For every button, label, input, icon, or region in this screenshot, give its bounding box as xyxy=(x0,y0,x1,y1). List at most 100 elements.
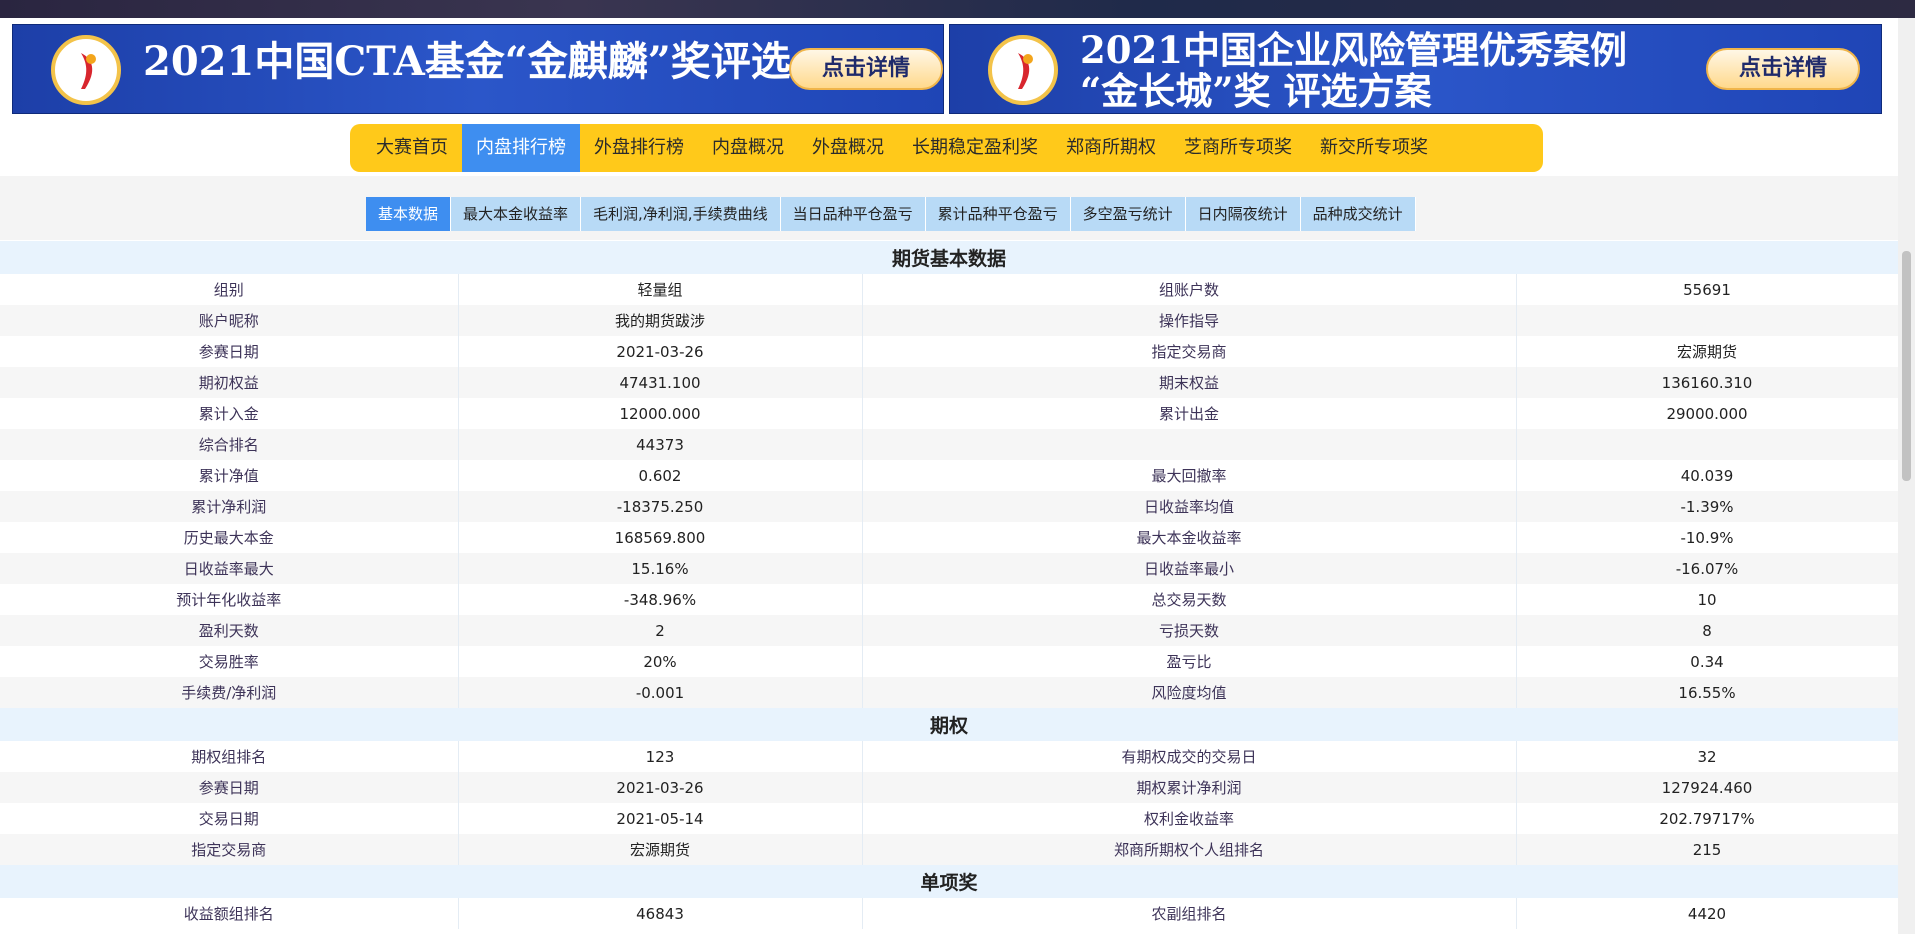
main-nav: 大赛首页 内盘排行榜 外盘排行榜 内盘概况 外盘概况 长期稳定盈利奖 郑商所期权… xyxy=(350,124,1543,172)
nav-foreign-ranking[interactable]: 外盘排行榜 xyxy=(580,124,698,172)
cell-value: 16.55% xyxy=(1516,677,1899,708)
details-button[interactable]: 点击详情 xyxy=(789,48,943,90)
tab-max-capital-return[interactable]: 最大本金收益率 xyxy=(451,197,582,231)
cell-value: -1.39% xyxy=(1516,491,1899,522)
section-title-options: 期权 xyxy=(0,708,1899,741)
cell-label: 日收益率均值 xyxy=(862,491,1517,522)
tab-cumulative-product-pnl[interactable]: 累计品种平仓盈亏 xyxy=(925,197,1071,231)
table-row: 历史最大本金 168569.800 最大本金收益率 -10.9% xyxy=(0,522,1899,553)
cell-label: 账户昵称 xyxy=(0,305,459,336)
cell-value: 136160.310 xyxy=(1516,367,1899,398)
cell-label xyxy=(862,429,1517,460)
risk-management-banner[interactable]: 2021中国企业风险管理优秀案例 “金长城”奖 评选方案 点击详情 xyxy=(949,24,1882,114)
cell-value: -10.9% xyxy=(1516,522,1899,553)
cell-value: -348.96% xyxy=(458,584,863,615)
tab-intraday-overnight[interactable]: 日内隔夜统计 xyxy=(1185,197,1301,231)
banner-title: 2021中国CTA基金“金麒麟”奖评选 xyxy=(143,38,791,85)
table-row: 累计入金 12000.000 累计出金 29000.000 xyxy=(0,398,1899,429)
cell-value: 轻量组 xyxy=(458,274,863,305)
nav-domestic-overview[interactable]: 内盘概况 xyxy=(698,124,798,172)
nav-domestic-ranking[interactable]: 内盘排行榜 xyxy=(462,124,580,172)
cell-value: 2021-03-26 xyxy=(458,772,863,803)
cell-label: 最大本金收益率 xyxy=(862,522,1517,553)
table-row: 交易日期 2021-05-14 权利金收益率 202.79717% xyxy=(0,803,1899,834)
section-header: 期货基本数据 xyxy=(0,241,1899,274)
cell-label: 预计年化收益率 xyxy=(0,584,459,615)
nav-home[interactable]: 大赛首页 xyxy=(362,124,462,172)
table-row: 期初权益 47431.100 期末权益 136160.310 xyxy=(0,367,1899,398)
table-row: 参赛日期 2021-03-26 期权累计净利润 127924.460 xyxy=(0,772,1899,803)
cell-label: 累计净利润 xyxy=(0,491,459,522)
details-button[interactable]: 点击详情 xyxy=(1706,48,1860,90)
cell-value: 0.34 xyxy=(1516,646,1899,677)
table-row: 累计净值 0.602 最大回撤率 40.039 xyxy=(0,460,1899,491)
cell-value: 47431.100 xyxy=(458,367,863,398)
table-row: 期权组排名 123 有期权成交的交易日 32 xyxy=(0,741,1899,772)
cell-value: 宏源期货 xyxy=(1516,336,1899,367)
cell-label: 指定交易商 xyxy=(0,834,459,865)
cell-label: 综合排名 xyxy=(0,429,459,460)
cell-value: 我的期货跋涉 xyxy=(458,305,863,336)
cell-label: 参赛日期 xyxy=(0,336,459,367)
banner-title-line-1: 2021中国企业风险管理优秀案例 xyxy=(1080,28,1627,72)
vertical-scrollbar[interactable] xyxy=(1898,18,1915,934)
banner-title-line-2: “金长城”奖 评选方案 xyxy=(1080,69,1432,113)
cell-label: 总交易天数 xyxy=(862,584,1517,615)
cell-label: 郑商所期权个人组排名 xyxy=(862,834,1517,865)
table-row: 预计年化收益率 -348.96% 总交易天数 10 xyxy=(0,584,1899,615)
cell-label: 日收益率最大 xyxy=(0,553,459,584)
cell-label: 累计入金 xyxy=(0,398,459,429)
cell-value: 215 xyxy=(1516,834,1899,865)
tab-daily-product-pnl[interactable]: 当日品种平仓盈亏 xyxy=(780,197,926,231)
table-row: 账户昵称 我的期货跋涉 操作指导 xyxy=(0,305,1899,336)
table-row: 交易胜率 20% 盈亏比 0.34 xyxy=(0,646,1899,677)
cell-label: 手续费/净利润 xyxy=(0,677,459,708)
cell-label: 权利金收益率 xyxy=(862,803,1517,834)
cell-label: 交易胜率 xyxy=(0,646,459,677)
cell-label: 农副组排名 xyxy=(862,898,1517,929)
award-logo xyxy=(51,35,121,105)
nav-zce-options[interactable]: 郑商所期权 xyxy=(1052,124,1170,172)
cell-value: -18375.250 xyxy=(458,491,863,522)
tab-product-volume[interactable]: 品种成交统计 xyxy=(1300,197,1416,231)
table-row: 参赛日期 2021-03-26 指定交易商 宏源期货 xyxy=(0,336,1899,367)
tab-profit-fee-curve[interactable]: 毛利润,净利润,手续费曲线 xyxy=(581,197,781,231)
scrollbar-thumb[interactable] xyxy=(1902,251,1911,481)
cell-value: 44373 xyxy=(458,429,863,460)
tab-basic-data[interactable]: 基本数据 xyxy=(366,197,452,231)
table-row: 收益额组排名 46843 农副组排名 4420 xyxy=(0,898,1899,929)
table-row: 手续费/净利润 -0.001 风险度均值 16.55% xyxy=(0,677,1899,708)
cell-value: 127924.460 xyxy=(1516,772,1899,803)
cell-label: 最大回撤率 xyxy=(862,460,1517,491)
cell-label: 盈亏比 xyxy=(862,646,1517,677)
cell-label: 交易日期 xyxy=(0,803,459,834)
table-row: 累计净利润 -18375.250 日收益率均值 -1.39% xyxy=(0,491,1899,522)
table-row: 日收益率最大 15.16% 日收益率最小 -16.07% xyxy=(0,553,1899,584)
cell-value: 55691 xyxy=(1516,274,1899,305)
cell-value: 0.602 xyxy=(458,460,863,491)
cell-value xyxy=(1516,429,1899,460)
cell-label: 期末权益 xyxy=(862,367,1517,398)
cell-label: 累计出金 xyxy=(862,398,1517,429)
table-row: 组别 轻量组 组账户数 55691 xyxy=(0,274,1899,305)
nav-cme-award[interactable]: 芝商所专项奖 xyxy=(1170,124,1306,172)
cell-label: 风险度均值 xyxy=(862,677,1517,708)
nav-sgx-award[interactable]: 新交所专项奖 xyxy=(1306,124,1442,172)
banner-title: 2021中国企业风险管理优秀案例 “金长城”奖 评选方案 xyxy=(1080,30,1627,112)
cell-label: 日收益率最小 xyxy=(862,553,1517,584)
section-header: 期权 xyxy=(0,708,1899,741)
cell-value: 2021-03-26 xyxy=(458,336,863,367)
nav-stable-profit-award[interactable]: 长期稳定盈利奖 xyxy=(898,124,1052,172)
cell-value: -16.07% xyxy=(1516,553,1899,584)
nav-foreign-overview[interactable]: 外盘概况 xyxy=(798,124,898,172)
cell-label: 收益额组排名 xyxy=(0,898,459,929)
cta-award-banner[interactable]: 2021中国CTA基金“金麒麟”奖评选 点击详情 xyxy=(12,24,944,114)
cell-label: 累计净值 xyxy=(0,460,459,491)
cell-label: 历史最大本金 xyxy=(0,522,459,553)
cell-value: 2021-05-14 xyxy=(458,803,863,834)
tab-long-short-stats[interactable]: 多空盈亏统计 xyxy=(1070,197,1186,231)
cell-label: 期权累计净利润 xyxy=(862,772,1517,803)
cell-value: 123 xyxy=(458,741,863,772)
cell-value: 8 xyxy=(1516,615,1899,646)
torch-icon xyxy=(1018,53,1033,89)
